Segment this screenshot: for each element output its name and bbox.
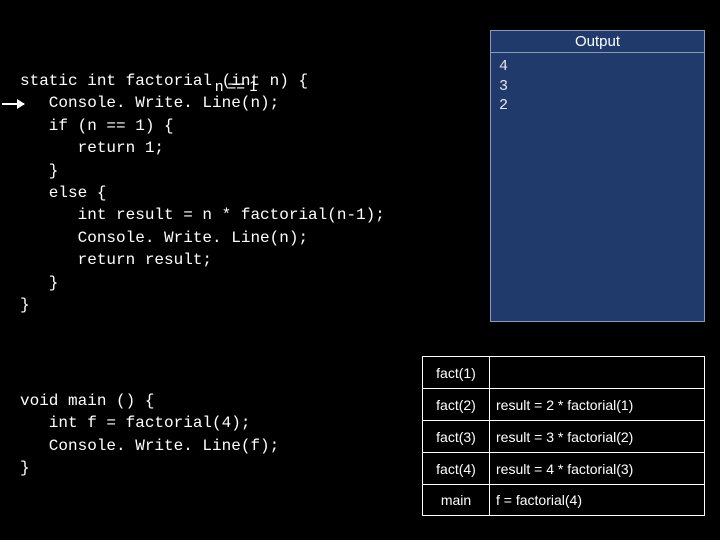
- output-header: Output: [491, 31, 704, 53]
- stack-frame-label: fact(1): [422, 357, 490, 388]
- output-panel: Output 4 3 2: [490, 30, 705, 322]
- stack-frame-value: f = factorial(4): [490, 485, 705, 515]
- stack-frame-label: fact(4): [422, 453, 490, 484]
- stack-row: main f = factorial(4): [422, 484, 705, 516]
- stack-frame-value: [490, 357, 705, 388]
- code-factorial: static int factorial (int n) { Console. …: [20, 70, 385, 316]
- stack-frame-label: fact(2): [422, 389, 490, 420]
- stack-row: fact(2) result = 2 * factorial(1): [422, 388, 705, 420]
- stack-frame-label: fact(3): [422, 421, 490, 452]
- code-main: void main () { int f = factorial(4); Con…: [20, 390, 279, 480]
- call-stack: fact(1) fact(2) result = 2 * factorial(1…: [422, 356, 705, 516]
- stack-frame-value: result = 2 * factorial(1): [490, 389, 705, 420]
- stack-row: fact(4) result = 4 * factorial(3): [422, 452, 705, 484]
- output-body: 4 3 2: [491, 53, 704, 120]
- stack-row: fact(3) result = 3 * factorial(2): [422, 420, 705, 452]
- stack-frame-value: result = 4 * factorial(3): [490, 453, 705, 484]
- stack-frame-label: main: [422, 485, 490, 515]
- stack-row: fact(1): [422, 356, 705, 388]
- stack-frame-value: result = 3 * factorial(2): [490, 421, 705, 452]
